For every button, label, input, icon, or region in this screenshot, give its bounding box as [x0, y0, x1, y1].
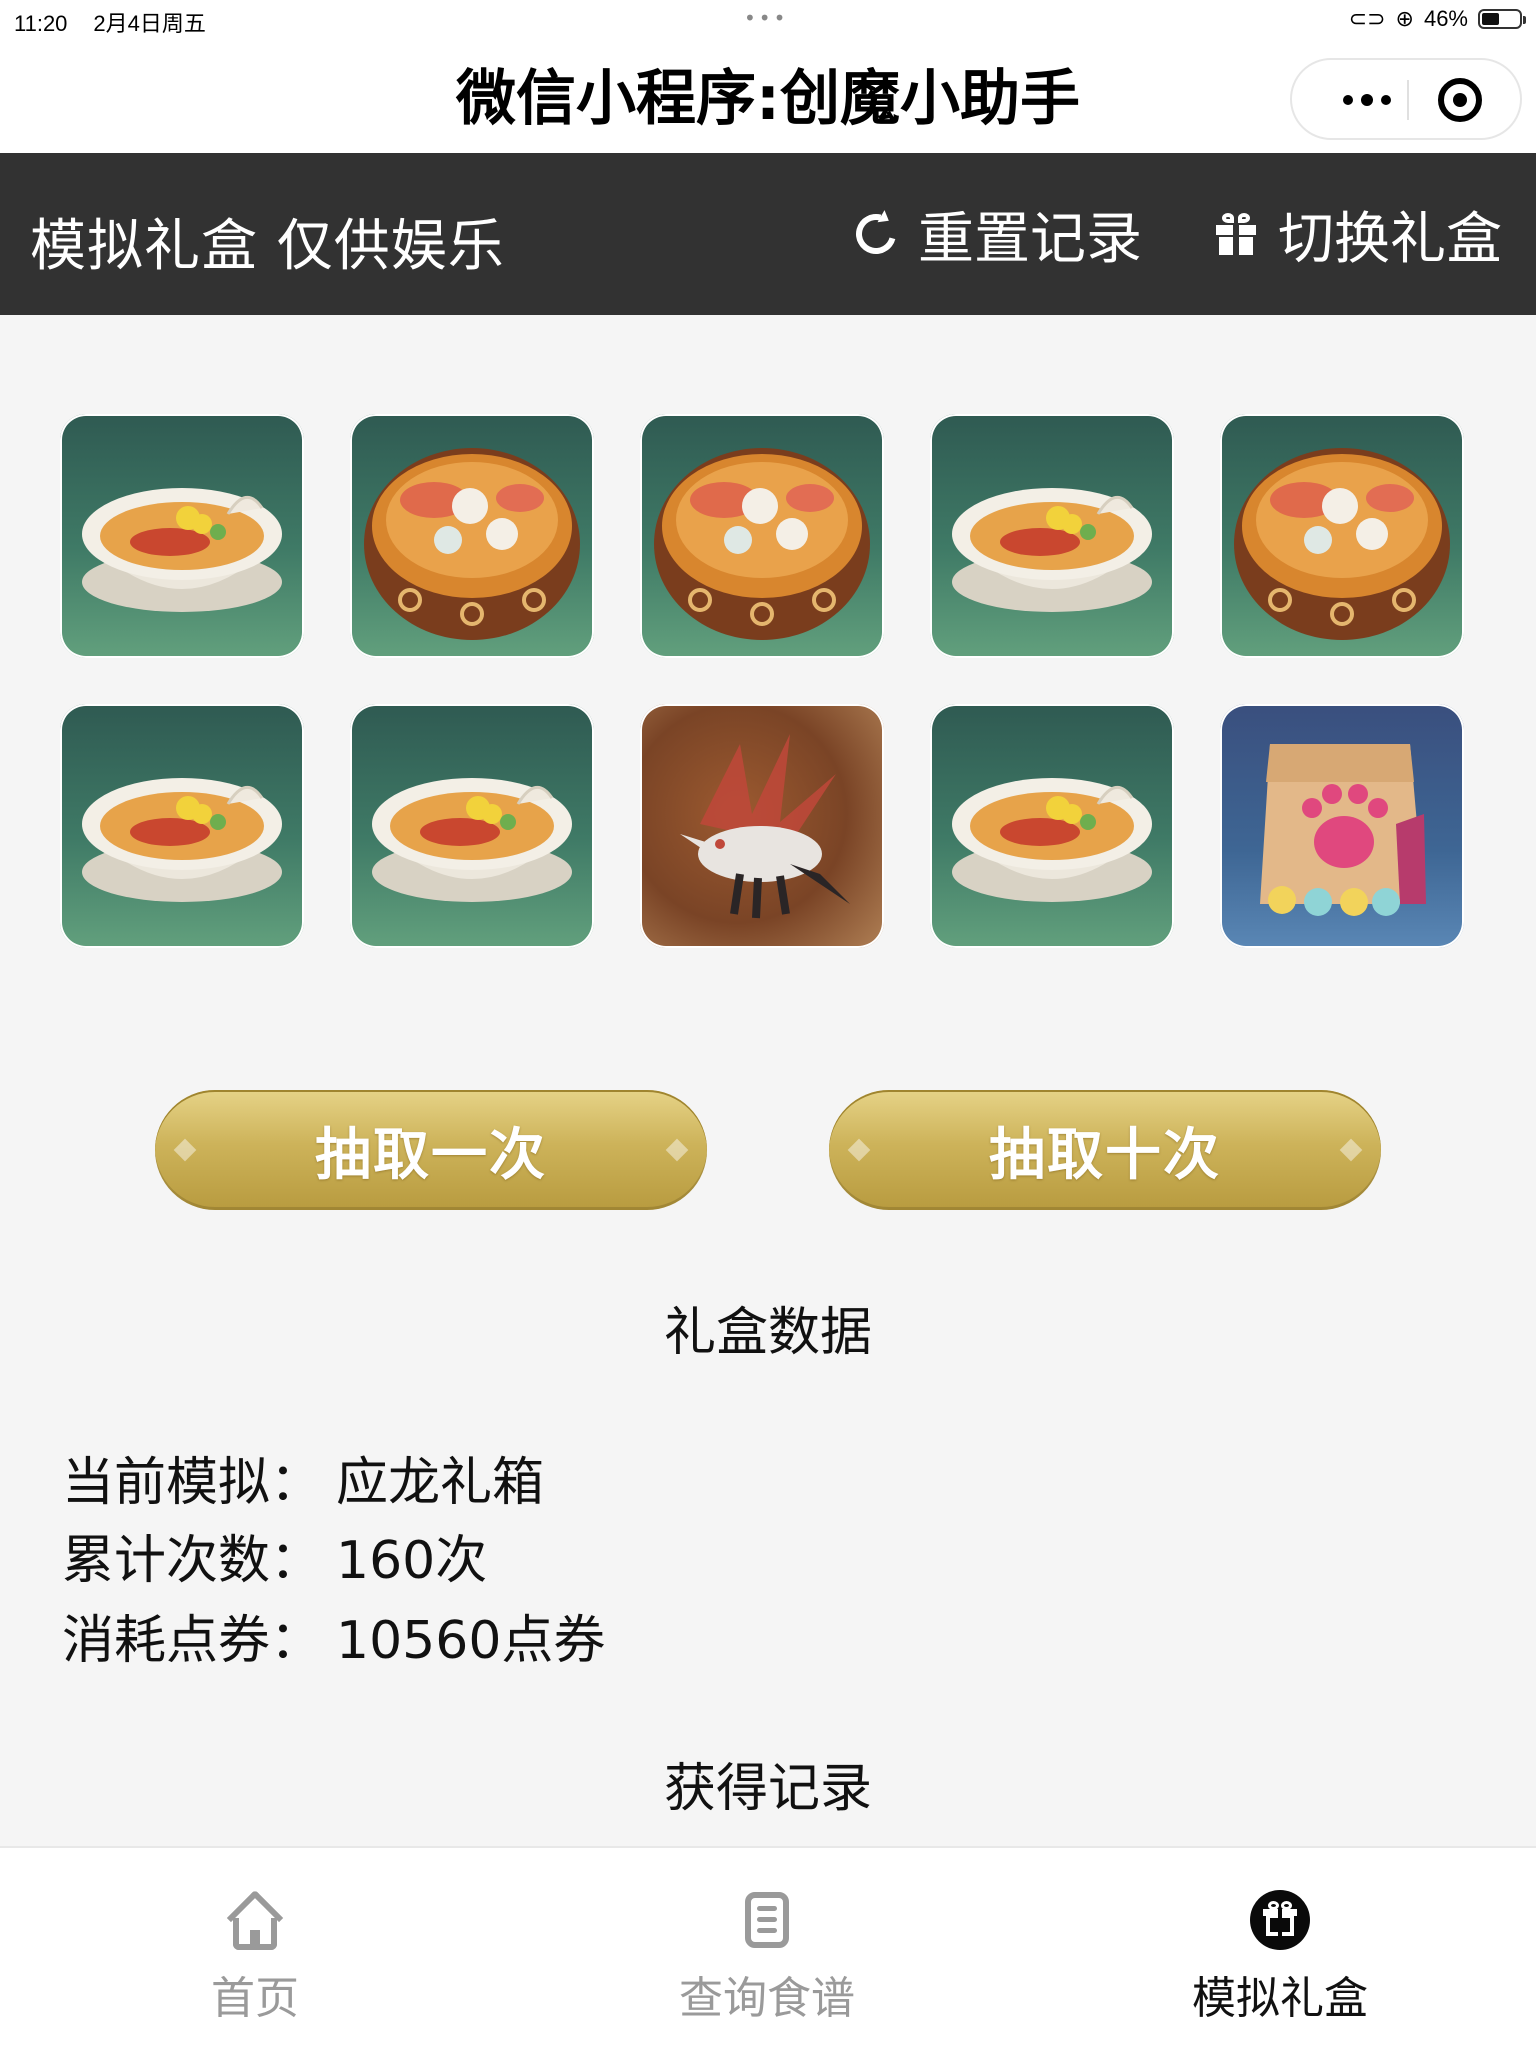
battery-percent: 46% [1423, 6, 1468, 31]
coupon-cost-label: 消耗点券： [62, 1611, 323, 1671]
tab-home[interactable]: 首页 [105, 1888, 405, 2026]
status-time-date: 11:20 2月4日周五 [14, 6, 232, 38]
switch-giftbox-label: 切换礼盒 [1278, 206, 1502, 272]
link-icon: ⊂⊃ [1348, 6, 1386, 31]
gift-toolbar: 模拟礼盒 仅供娱乐 重置记录 切换礼盒 [0, 153, 1536, 315]
reward-item-hotpot-bowl [930, 414, 1174, 658]
reward-item-hotpot-bowl [60, 414, 304, 658]
reward-item-hotpot-bowl [60, 704, 304, 948]
target-close-icon[interactable] [1438, 78, 1482, 122]
current-simulation-row: 当前模拟： 应龙礼箱 [62, 1440, 544, 1515]
status-date: 2月4日周五 [93, 11, 206, 36]
tab-recipe[interactable]: 查询食谱 [617, 1888, 917, 2026]
reward-item-seafood-soup [640, 414, 884, 658]
toolbar-title: 模拟礼盒 仅供娱乐 [30, 214, 505, 279]
reset-record-label: 重置记录 [918, 206, 1142, 272]
tab-gift-simulator[interactable]: 模拟礼盒 [1130, 1888, 1430, 2026]
tab-home-label: 首页 [211, 1973, 299, 2024]
reset-record-button[interactable]: 重置记录 [848, 201, 1142, 272]
switch-giftbox-button[interactable]: 切换礼盒 [1216, 201, 1502, 272]
current-simulation-label: 当前模拟： [62, 1453, 323, 1513]
draw-ten-button[interactable]: 抽取十次 [829, 1090, 1381, 1210]
draw-once-button[interactable]: 抽取一次 [155, 1090, 707, 1210]
reward-item-paw-pet-food-bag [1220, 704, 1464, 948]
giftbox-data-heading: 礼盒数据 [663, 1303, 872, 1363]
reward-item-seafood-soup [1220, 414, 1464, 658]
battery-fill [1482, 13, 1499, 25]
reward-item-hotpot-bowl [930, 704, 1174, 948]
draw-count-value: 160次 [336, 1531, 488, 1591]
current-simulation-value: 应龙礼箱 [336, 1453, 545, 1513]
gift-icon [1216, 213, 1256, 255]
home-icon [223, 1888, 287, 1952]
obtained-records-heading: 获得记录 [663, 1759, 872, 1819]
coupon-cost-value: 10560点券 [336, 1611, 606, 1671]
mini-program-title-bar: 微信小程序:创魔小助手 [0, 40, 1536, 153]
capsule-menu [1290, 58, 1522, 140]
battery-icon [1478, 9, 1526, 29]
status-bar: 11:20 2月4日周五 ••• ⊂⊃ ⊕ 46% [0, 0, 1536, 40]
coupon-cost-row: 消耗点券： 10560点券 [62, 1598, 605, 1673]
capsule-divider [1407, 80, 1409, 120]
draw-count-label: 累计次数： [62, 1531, 323, 1591]
reward-item-dragon-pet [640, 704, 884, 948]
status-indicators: ⊂⊃ ⊕ 46% [1348, 6, 1526, 32]
status-time: 11:20 [14, 11, 68, 36]
document-icon [735, 1888, 799, 1952]
orientation-lock-icon: ⊕ [1395, 6, 1414, 31]
reward-item-seafood-soup [350, 414, 594, 658]
gift-icon [1248, 1888, 1312, 1952]
more-dots-icon[interactable] [1322, 80, 1412, 120]
bottom-tab-bar: 首页 查询食谱 模拟礼盒 [0, 1846, 1536, 2048]
tab-gift-simulator-label: 模拟礼盒 [1192, 1973, 1368, 2024]
refresh-icon [848, 206, 904, 262]
draw-count-row: 累计次数： 160次 [62, 1518, 487, 1593]
tab-recipe-label: 查询食谱 [679, 1973, 855, 2024]
multitask-dots-icon[interactable]: ••• [744, 6, 788, 30]
reward-item-hotpot-bowl [350, 704, 594, 948]
